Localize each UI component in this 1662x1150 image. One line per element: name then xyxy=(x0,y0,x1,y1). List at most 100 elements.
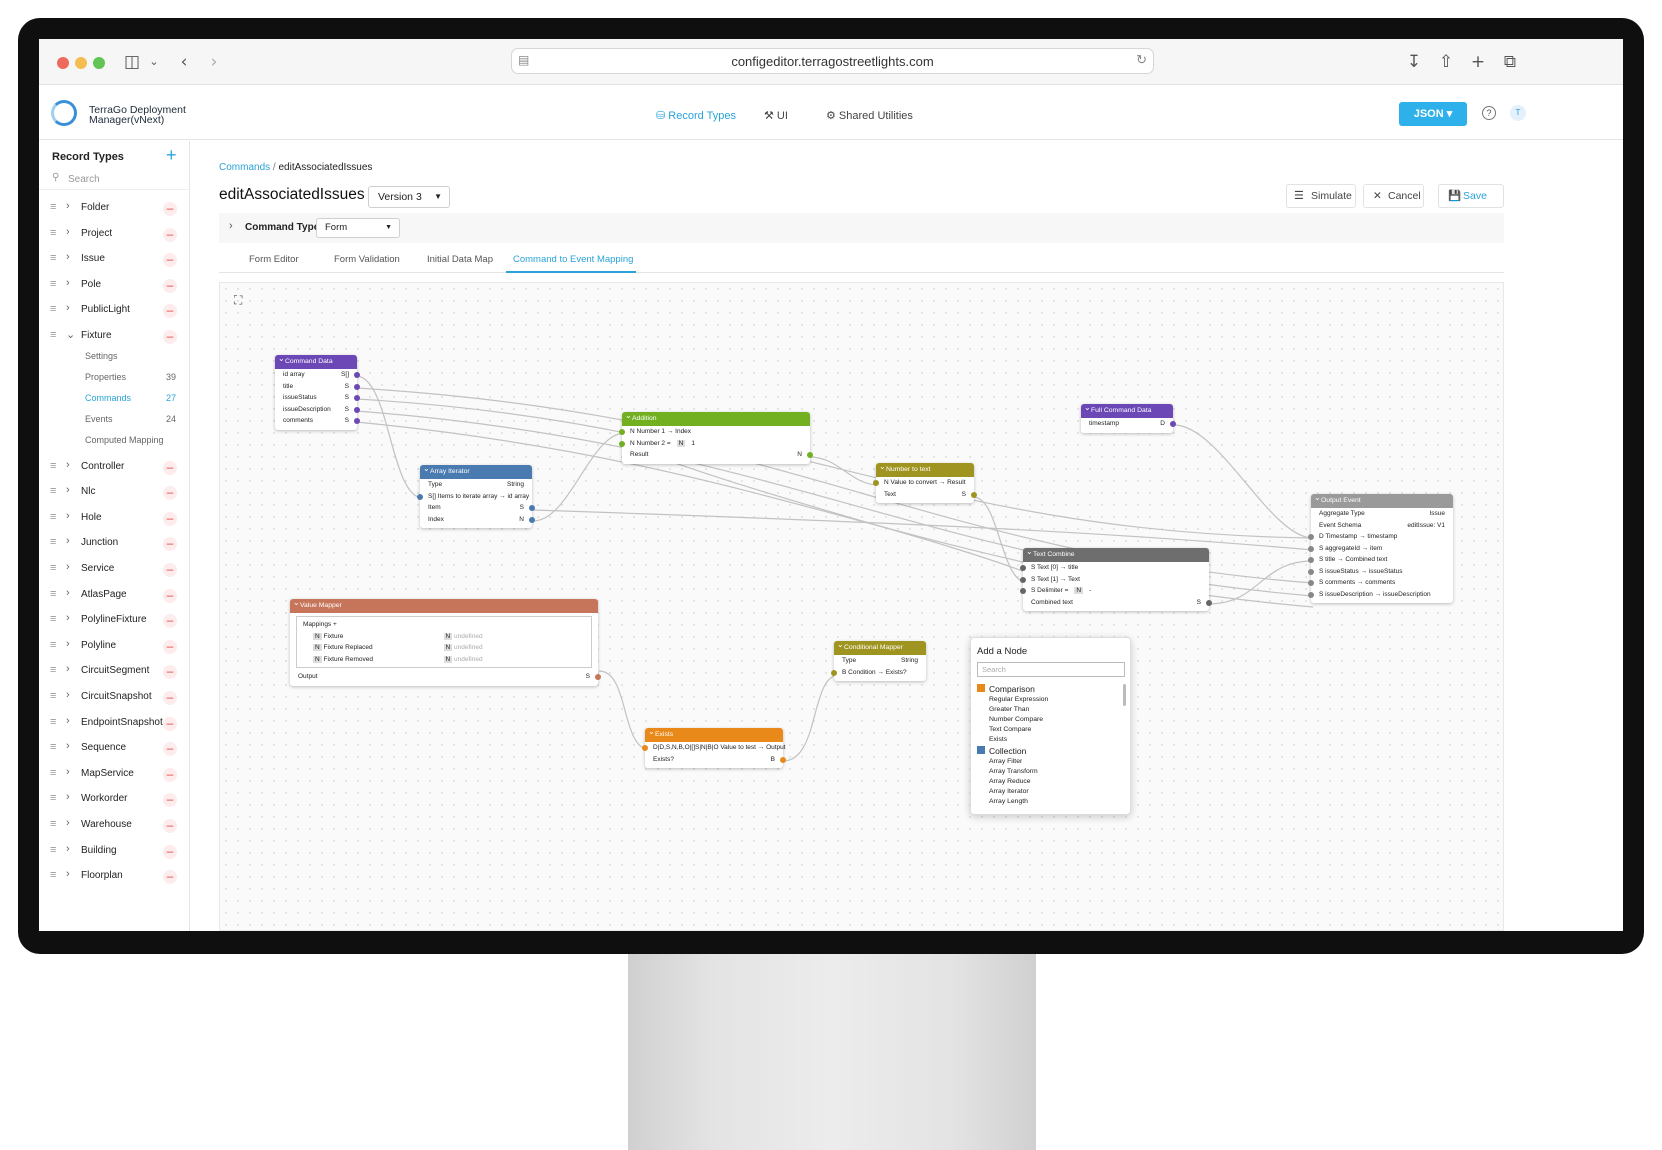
maximize-window-button[interactable] xyxy=(93,57,105,69)
help-icon[interactable]: ? xyxy=(1482,106,1496,120)
fixture-computed-mapping[interactable]: Computed Mapping xyxy=(85,435,189,453)
chevron-right-icon[interactable]: › xyxy=(66,251,70,263)
node-type-item[interactable]: Array Iterator xyxy=(977,787,1123,797)
conditional-mapper-node[interactable]: Conditional Mapper Type String B Condition … xyxy=(831,638,926,681)
node-port[interactable] xyxy=(1308,591,1314,598)
delimiter-input[interactable]: - xyxy=(1089,587,1091,594)
chevron-down-icon[interactable]: ⌄ xyxy=(143,51,165,73)
add-node-search-input[interactable]: Search xyxy=(977,662,1125,677)
sidebar-item-mapservice[interactable]: ≡ › MapService – xyxy=(39,765,189,785)
sidebar-item-polylinefixture[interactable]: ≡ › PolylineFixture – xyxy=(39,611,189,631)
add-record-type-button[interactable]: + xyxy=(166,145,177,166)
chevron-right-icon[interactable]: › xyxy=(66,715,70,727)
node-port[interactable] xyxy=(354,406,360,413)
sidebar-item-circuitsnapshot[interactable]: ≡ › CircuitSnapshot – xyxy=(39,688,189,708)
drag-handle-icon[interactable]: ≡ xyxy=(50,252,56,264)
node-port[interactable] xyxy=(873,480,879,486)
command-data-node[interactable]: Command Data id array S[] title SissueStatus… xyxy=(275,352,360,430)
node-port[interactable] xyxy=(1308,580,1314,586)
remove-icon[interactable]: – xyxy=(163,511,177,526)
chevron-right-icon[interactable]: › xyxy=(66,535,70,547)
command-type-select[interactable]: Form ▼ xyxy=(316,218,400,238)
output-event-node-header[interactable]: Output Event xyxy=(1311,491,1453,508)
nav-record-types[interactable]: ⛁ Record Types xyxy=(656,109,736,122)
sidebar-item-hole[interactable]: ≡ › Hole – xyxy=(39,509,189,529)
sidebar-item-warehouse[interactable]: ≡ › Warehouse – xyxy=(39,816,189,836)
sidebar-item-endpointsnapshot[interactable]: ≡ › EndpointSnapshot – xyxy=(39,714,189,734)
drag-handle-icon[interactable]: ≡ xyxy=(50,536,56,548)
drag-handle-icon[interactable]: ≡ xyxy=(50,303,56,315)
remove-icon[interactable]: – xyxy=(163,793,177,808)
sidebar-item-controller[interactable]: ≡ › Controller – xyxy=(39,458,189,478)
fixture-properties[interactable]: Properties 39 xyxy=(85,372,189,390)
sidebar-item-fixture[interactable]: ≡ ⌄ Fixture – xyxy=(39,327,189,347)
sidebar-item-publiclight[interactable]: ≡ › PublicLight – xyxy=(39,301,189,321)
remove-icon[interactable]: – xyxy=(163,691,177,705)
node-port[interactable] xyxy=(807,452,813,458)
chevron-right-icon[interactable]: › xyxy=(66,638,70,650)
node-port[interactable] xyxy=(354,372,360,378)
mapping-key-input[interactable]: Fixture Removed xyxy=(324,654,444,666)
sidebar-item-pole[interactable]: ≡ › Pole – xyxy=(39,276,189,296)
sidebar-item-polyline[interactable]: ≡ › Polyline – xyxy=(39,637,189,657)
node-port[interactable] xyxy=(1308,545,1314,552)
node-port[interactable] xyxy=(417,493,423,500)
node-type-item[interactable]: Number Compare xyxy=(977,715,1123,725)
chevron-right-icon[interactable]: › xyxy=(66,302,70,314)
tab-command-to-event-mapping[interactable]: Command to Event Mapping xyxy=(513,254,633,265)
remove-icon[interactable]: – xyxy=(163,278,177,293)
drag-handle-icon[interactable]: ≡ xyxy=(50,818,56,830)
close-window-button[interactable] xyxy=(57,57,69,69)
node-port[interactable] xyxy=(354,395,360,401)
chevron-right-icon[interactable]: › xyxy=(66,200,70,212)
remove-icon[interactable]: – xyxy=(163,870,177,885)
node-port[interactable] xyxy=(1020,565,1026,571)
node-type-item[interactable]: Array Length xyxy=(977,797,1123,807)
remove-icon[interactable]: – xyxy=(163,639,177,654)
sidebar-item-circuitsegment[interactable]: ≡ › CircuitSegment – xyxy=(39,662,189,682)
avatar[interactable]: T xyxy=(1510,105,1526,121)
value-mapper-node[interactable]: Value MapperMappings +N FixtureN undefin… xyxy=(290,596,601,686)
remove-icon[interactable]: – xyxy=(163,563,177,577)
sidebar-item-service[interactable]: ≡ › Service – xyxy=(39,560,189,580)
remove-icon[interactable]: – xyxy=(163,819,177,833)
remove-icon[interactable]: – xyxy=(163,460,177,475)
node-port[interactable] xyxy=(1308,534,1314,540)
node-type-item[interactable]: Text Compare xyxy=(977,725,1123,735)
remove-icon[interactable]: – xyxy=(163,614,177,629)
drag-handle-icon[interactable]: ≡ xyxy=(50,844,56,856)
remove-icon[interactable]: – xyxy=(163,665,177,680)
sidebar-item-project[interactable]: ≡ › Project – xyxy=(39,225,189,245)
reload-icon[interactable]: ↻ xyxy=(1136,52,1147,68)
remove-icon[interactable]: – xyxy=(163,486,177,501)
mapping-key-input[interactable]: Fixture Replaced xyxy=(324,642,444,654)
chevron-right-icon[interactable]: › xyxy=(66,817,70,829)
save-button[interactable]: 💾 Save xyxy=(1438,184,1504,208)
drag-handle-icon[interactable]: ≡ xyxy=(50,460,56,472)
node-port[interactable] xyxy=(529,505,535,511)
text-combine-node[interactable]: Text Combine S Text [0] → title S Text [1]… xyxy=(1020,545,1212,611)
remove-icon[interactable]: – xyxy=(163,767,177,782)
remove-icon[interactable]: – xyxy=(163,844,177,859)
chevron-right-icon[interactable]: › xyxy=(66,663,70,675)
minimize-window-button[interactable] xyxy=(75,57,87,69)
node-port[interactable] xyxy=(354,418,360,424)
download-icon[interactable]: ↧ xyxy=(1403,51,1425,73)
remove-icon[interactable]: – xyxy=(163,537,177,552)
new-tab-icon[interactable]: + xyxy=(1467,51,1489,73)
sidebar-item-folder[interactable]: ≡ › Folder – xyxy=(39,199,189,219)
node-type-item[interactable]: Array Reduce xyxy=(977,777,1123,787)
tab-form-editor[interactable]: Form Editor xyxy=(249,254,299,265)
tabs-overview-icon[interactable]: ⧉ xyxy=(1499,51,1521,73)
fixture-events[interactable]: Events 24 xyxy=(85,414,189,432)
node-port[interactable] xyxy=(642,745,648,751)
drag-handle-icon[interactable]: ≡ xyxy=(50,767,56,779)
fixture-commands[interactable]: Commands 27 xyxy=(85,393,189,411)
number-to-text-node[interactable]: Number to text N Value to convert → Resul… xyxy=(873,460,977,503)
version-select[interactable]: Version 3 ▼ xyxy=(368,186,450,208)
chevron-right-icon[interactable]: › xyxy=(229,220,233,232)
mapping-value-input[interactable]: undefined xyxy=(454,656,483,663)
chevron-right-icon[interactable]: › xyxy=(66,740,70,752)
sidebar-toggle-icon[interactable]: ◫ xyxy=(121,51,143,73)
node-category[interactable]: Collection xyxy=(977,745,1123,757)
